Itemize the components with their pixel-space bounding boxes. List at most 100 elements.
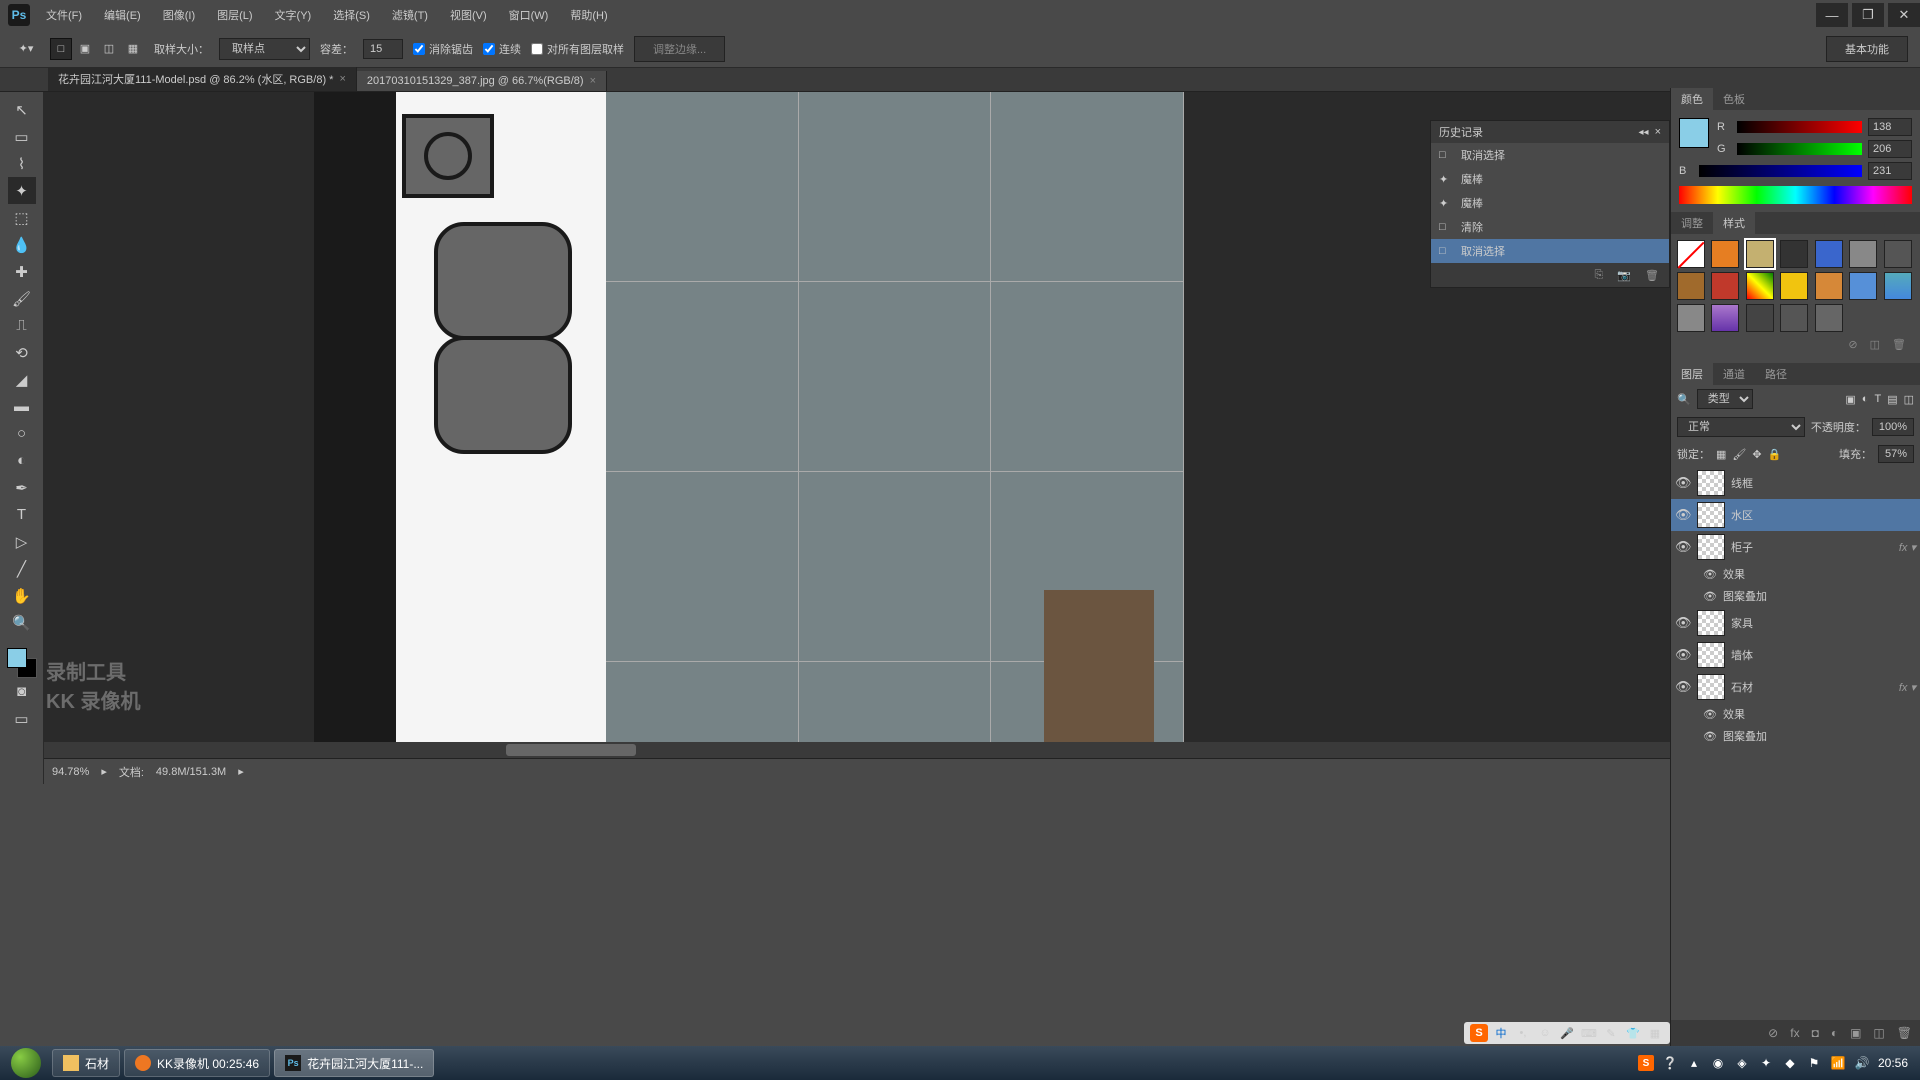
filter-type-icon[interactable]: T [1874,393,1881,405]
lock-move-icon[interactable]: ✥ [1752,448,1761,461]
style-swatch[interactable] [1677,304,1705,332]
fx-badge[interactable]: fx ▾ [1899,681,1916,694]
ime-lang-icon[interactable]: 中 [1492,1024,1510,1042]
tab-channels[interactable]: 通道 [1713,363,1755,385]
tab-layers[interactable]: 图层 [1671,363,1713,385]
menu-view[interactable]: 视图(V) [446,5,491,25]
healing-tool[interactable]: ✚ [8,258,36,285]
ime-emoji-icon[interactable]: ☺ [1536,1024,1554,1042]
horizontal-scrollbar[interactable] [44,742,1920,758]
new-style-icon[interactable]: ◫ [1870,338,1880,351]
color-spectrum[interactable] [1679,186,1912,204]
ime-skin-icon[interactable]: 👕 [1624,1024,1642,1042]
document-tab-2[interactable]: 20170310151329_387.jpg @ 66.7%(RGB/8) × [357,71,607,91]
brush-tool[interactable]: 🖌 [8,285,36,312]
b-slider[interactable] [1699,165,1862,177]
layer-row[interactable]: 👁家具 [1671,607,1920,639]
history-item[interactable]: ✦魔棒 [1431,167,1669,191]
color-swatches[interactable] [7,648,37,678]
blend-mode-select[interactable]: 正常 [1677,417,1805,437]
menu-file[interactable]: 文件(F) [42,5,86,25]
taskbar-item[interactable]: 石材 [52,1049,120,1077]
eye-icon[interactable]: 👁 [1703,708,1717,721]
minimize-button[interactable]: — [1816,3,1848,27]
lock-all-icon[interactable]: 🔒 [1768,448,1782,461]
tab-styles[interactable]: 样式 [1713,212,1755,234]
selection-subtract-icon[interactable]: ◫ [98,38,120,60]
style-swatch[interactable] [1711,272,1739,300]
zoom-level[interactable]: 94.78% [52,766,89,778]
tray-sogou-icon[interactable]: S [1638,1055,1654,1071]
style-swatch[interactable] [1780,272,1808,300]
menu-filter[interactable]: 滤镜(T) [388,5,432,25]
layer-filter-select[interactable]: 类型 [1697,389,1753,409]
history-item[interactable]: ✦魔棒 [1431,191,1669,215]
workspace-button[interactable]: 基本功能 [1826,36,1908,62]
history-item[interactable]: □取消选择 [1431,143,1669,167]
tolerance-input[interactable] [363,39,403,59]
tray-clock[interactable]: 20:56 [1878,1056,1908,1070]
history-panel-header[interactable]: 历史记录 ◂◂ × [1431,121,1669,143]
r-slider[interactable] [1737,121,1862,133]
tab-paths[interactable]: 路径 [1755,363,1797,385]
layer-name[interactable]: 线框 [1731,475,1916,491]
style-swatch[interactable] [1746,240,1774,268]
selection-new-icon[interactable]: □ [50,38,72,60]
panel-collapse-icon[interactable]: ◂◂ [1639,127,1649,138]
fill-value[interactable]: 57% [1878,445,1914,463]
hand-tool[interactable]: ✋ [8,582,36,609]
ime-tool-icon[interactable]: ✎ [1602,1024,1620,1042]
stamp-tool[interactable]: ⎍ [8,312,36,339]
group-icon[interactable]: ▣ [1850,1026,1861,1040]
ime-keyboard-icon[interactable]: ⌨ [1580,1024,1598,1042]
style-swatch[interactable] [1884,272,1912,300]
filter-smart-icon[interactable]: ◫ [1904,393,1914,406]
quick-mask-icon[interactable]: ◙ [8,678,36,705]
move-tool[interactable]: ↖ [8,96,36,123]
layer-effect[interactable]: 👁效果 [1671,703,1920,725]
layer-effect[interactable]: 👁图案叠加 [1671,725,1920,747]
antialias-check[interactable]: 消除锯齿 [413,41,473,57]
style-swatch[interactable] [1746,272,1774,300]
type-tool[interactable]: T [8,501,36,528]
maximize-button[interactable]: ❐ [1852,3,1884,27]
style-swatch[interactable] [1815,240,1843,268]
fx-icon[interactable]: fx [1790,1026,1799,1040]
screen-mode-icon[interactable]: ▭ [8,705,36,732]
style-swatch[interactable] [1815,272,1843,300]
ime-mic-icon[interactable]: 🎤 [1558,1024,1576,1042]
document-tab-1[interactable]: 花卉园江河大厦111-Model.psd @ 86.2% (水区, RGB/8)… [48,67,357,91]
camera-icon[interactable]: 📷 [1617,269,1631,282]
style-swatch[interactable] [1815,304,1843,332]
lasso-tool[interactable]: ⌇ [8,150,36,177]
arrow-icon[interactable]: ▸ [238,765,244,778]
marquee-tool[interactable]: ▭ [8,123,36,150]
style-swatch[interactable] [1884,240,1912,268]
visibility-icon[interactable]: 👁 [1675,539,1691,555]
filter-shape-icon[interactable]: ▤ [1887,393,1897,406]
ime-toolbar[interactable]: S 中 •, ☺ 🎤 ⌨ ✎ 👕 ▦ [1464,1022,1670,1044]
style-none[interactable] [1677,240,1705,268]
g-input[interactable] [1868,140,1912,158]
tab-swatches[interactable]: 色板 [1713,88,1755,110]
pen-tool[interactable]: ✒ [8,474,36,501]
visibility-icon[interactable]: 👁 [1675,615,1691,631]
taskbar-item[interactable]: Ps花卉园江河大厦111-... [274,1049,434,1077]
current-tool-icon[interactable]: ✦▾ [12,35,40,63]
style-swatch[interactable] [1711,304,1739,332]
style-swatch[interactable] [1849,272,1877,300]
eye-icon[interactable]: 👁 [1703,568,1717,581]
tab-color[interactable]: 颜色 [1671,88,1713,110]
gradient-tool[interactable]: ▬ [8,393,36,420]
menu-window[interactable]: 窗口(W) [505,5,553,25]
layer-row[interactable]: 👁墙体 [1671,639,1920,671]
opacity-value[interactable]: 100% [1872,418,1914,436]
crop-tool[interactable]: ⬚ [8,204,36,231]
menu-select[interactable]: 选择(S) [329,5,374,25]
visibility-icon[interactable]: 👁 [1675,507,1691,523]
menu-edit[interactable]: 编辑(E) [100,5,145,25]
tray-network-icon[interactable]: 📶 [1830,1055,1846,1071]
trash-icon[interactable]: 🗑 [1897,1026,1912,1040]
history-item[interactable]: □清除 [1431,215,1669,239]
close-button[interactable]: ✕ [1888,3,1920,27]
